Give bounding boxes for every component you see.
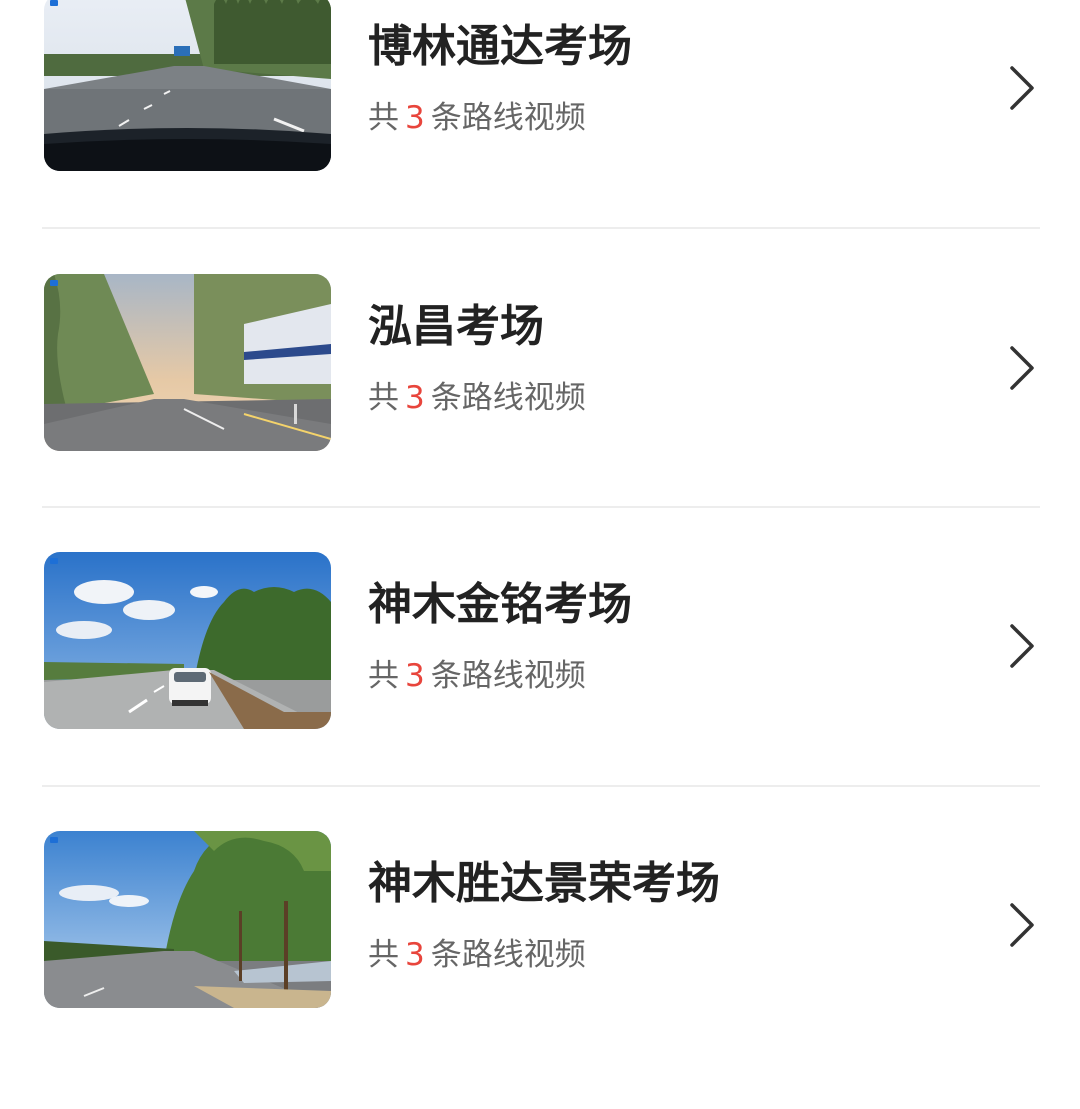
exam-venue-list: 博林通达考场 共 3 条路线视频 泓昌考场 共 3 条路线视频 神木金铭考场 共… — [0, 0, 1080, 1039]
venue-thumbnail — [44, 274, 331, 451]
venue-item-shenmu-jinming[interactable]: 神木金铭考场 共 3 条路线视频 — [0, 552, 1080, 830]
route-count-text: 共 3 条路线视频 — [368, 935, 586, 975]
route-suffix: 条路线视频 — [430, 380, 586, 416]
route-prefix: 共 — [368, 937, 399, 973]
venue-name: 神木金铭考场 — [368, 579, 632, 630]
route-count-text: 共 3 条路线视频 — [368, 378, 586, 418]
divider — [42, 785, 1040, 787]
chevron-right-icon — [1010, 66, 1034, 110]
road-photo-image — [44, 552, 331, 729]
venue-item-shenmu-shengda-jingrong[interactable]: 神木胜达景荣考场 共 3 条路线视频 — [0, 831, 1080, 1109]
venue-thumbnail — [44, 0, 331, 171]
divider — [42, 506, 1040, 508]
route-count: 3 — [405, 658, 425, 694]
chevron-right-icon — [1010, 903, 1034, 947]
route-suffix: 条路线视频 — [430, 658, 586, 694]
venue-name: 博林通达考场 — [368, 21, 632, 72]
chevron-right-icon — [1010, 624, 1034, 668]
venue-thumbnail — [44, 831, 331, 1008]
venue-item-bolin-tongda[interactable]: 博林通达考场 共 3 条路线视频 — [0, 0, 1080, 272]
route-prefix: 共 — [368, 380, 399, 416]
route-prefix: 共 — [368, 658, 399, 694]
route-suffix: 条路线视频 — [430, 937, 586, 973]
route-suffix: 条路线视频 — [430, 100, 586, 136]
route-count: 3 — [405, 100, 425, 136]
route-count-text: 共 3 条路线视频 — [368, 98, 586, 138]
venue-thumbnail — [44, 552, 331, 729]
route-count: 3 — [405, 937, 425, 973]
chevron-right-icon — [1010, 346, 1034, 390]
road-photo-image — [44, 831, 331, 1008]
venue-name: 泓昌考场 — [368, 301, 544, 352]
venue-name: 神木胜达景荣考场 — [368, 858, 720, 909]
divider — [42, 227, 1040, 229]
venue-item-hongchang[interactable]: 泓昌考场 共 3 条路线视频 — [0, 274, 1080, 552]
route-prefix: 共 — [368, 100, 399, 136]
route-count: 3 — [405, 380, 425, 416]
road-photo-image — [44, 274, 331, 451]
route-count-text: 共 3 条路线视频 — [368, 656, 586, 696]
road-photo-image — [44, 0, 331, 171]
